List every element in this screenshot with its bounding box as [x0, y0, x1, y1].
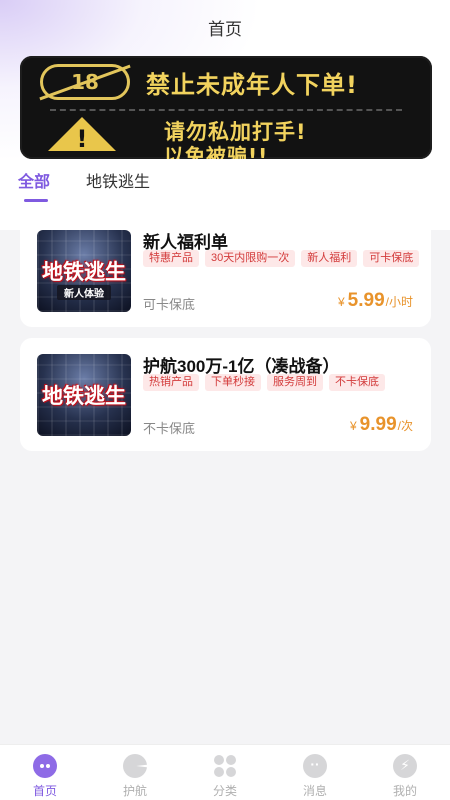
tabbar-label: 护航 — [122, 784, 147, 798]
product-price: ¥ 5.99 /小时 — [338, 290, 413, 312]
message-icon — [303, 754, 327, 778]
product-tag: 30天内限购一次 — [205, 250, 296, 267]
banner-text-age: 禁止未成年人下单! — [146, 70, 358, 99]
product-tags: 特惠产品 30天内限购一次 新人福利 可卡保底 — [143, 250, 423, 267]
tabbar-item-home[interactable]: 首页 — [0, 745, 90, 800]
thumbnail-title: 地铁逃生 — [42, 384, 126, 408]
thumbnail-subtitle: 新人体验 — [57, 285, 111, 300]
profile-icon — [393, 754, 417, 778]
page-title: 首页 — [208, 19, 242, 39]
product-card[interactable]: 地铁逃生 新人体验 新人福利单 特惠产品 30天内限购一次 新人福利 可卡保底 … — [20, 214, 431, 327]
tabbar-item-messages[interactable]: 消息 — [270, 745, 360, 800]
tabbar-label: 我的 — [392, 784, 417, 798]
tab-all[interactable]: 全部 — [18, 168, 50, 202]
product-tag: 特惠产品 — [143, 250, 199, 267]
shield-icon — [123, 754, 147, 778]
price-value: 9.99 — [359, 414, 397, 435]
category-tabs: 全部 地铁逃生 — [18, 168, 150, 202]
price-unit: /小时 — [385, 295, 413, 309]
no-under-18-icon: 18 — [39, 64, 131, 100]
price-currency: ¥ — [337, 295, 345, 309]
product-tag: 新人福利 — [301, 250, 358, 267]
product-tag: 下单秒接 — [205, 374, 261, 391]
exclamation-icon: ! — [76, 125, 88, 153]
product-card[interactable]: 地铁逃生 护航300万-1亿（凑战备） 热销产品 下单秒接 服务周到 不卡保底 … — [20, 338, 431, 451]
bottom-tab-bar: 首页 护航 分类 消息 我的 — [0, 744, 450, 800]
tab-metro-escape[interactable]: 地铁逃生 — [86, 168, 150, 202]
product-tag: 可卡保底 — [363, 250, 420, 267]
tabbar-label: 首页 — [32, 784, 57, 798]
banner-row-age: 18 禁止未成年人下单! — [20, 56, 432, 108]
product-tag: 不卡保底 — [329, 374, 385, 391]
product-tags: 热销产品 下单秒接 服务周到 不卡保底 — [143, 374, 423, 391]
banner-divider — [50, 109, 402, 111]
price-unit: /次 — [397, 419, 413, 433]
product-tag: 服务周到 — [267, 374, 323, 391]
price-currency: ¥ — [349, 419, 357, 433]
tabbar-item-profile[interactable]: 我的 — [360, 745, 450, 800]
product-thumbnail: 地铁逃生 — [37, 354, 131, 436]
price-value: 5.99 — [347, 290, 385, 311]
banner-text-scam: 以免被骗!! — [164, 144, 269, 159]
category-grid-icon — [213, 754, 237, 778]
product-thumbnail: 地铁逃生 新人体验 — [37, 230, 131, 312]
product-price: ¥ 9.99 /次 — [350, 414, 413, 436]
tabbar-label: 分类 — [212, 784, 237, 798]
tabbar-item-escort[interactable]: 护航 — [90, 745, 180, 800]
tabbar-label: 消息 — [302, 784, 327, 798]
tabbar-item-category[interactable]: 分类 — [180, 745, 270, 800]
product-description: 不卡保底 — [143, 421, 196, 436]
thumbnail-title: 地铁逃生 — [42, 260, 126, 284]
product-description: 可卡保底 — [143, 297, 196, 312]
game-controller-icon — [33, 754, 57, 778]
page-header: 首页 — [0, 0, 450, 54]
product-tag: 热销产品 — [143, 374, 199, 391]
warning-banner[interactable]: 18 禁止未成年人下单! ! 请勿私加打手! 以免被骗!! — [20, 56, 432, 159]
